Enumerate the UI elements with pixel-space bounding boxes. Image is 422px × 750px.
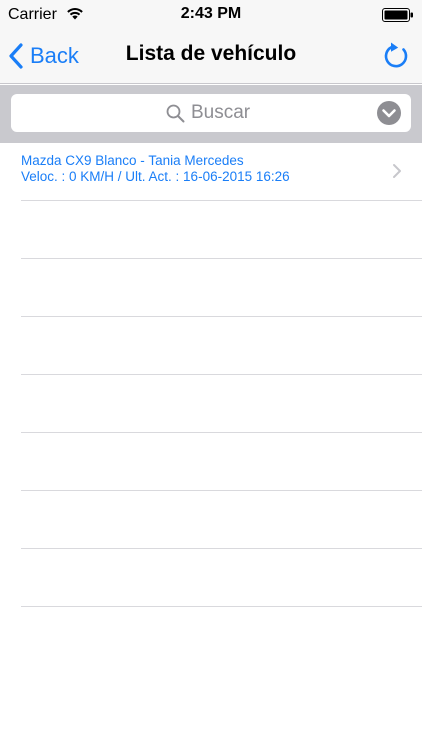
empty-list-row [21, 317, 422, 375]
chevron-left-icon [9, 43, 23, 69]
vehicle-detail: Veloc. : 0 KM/H / Ult. Act. : 16-06-2015… [21, 169, 290, 184]
search-icon [166, 104, 185, 123]
status-bar: Carrier 2:43 PM [0, 0, 422, 30]
search-bar [0, 85, 422, 143]
vehicle-list: Mazda CX9 Blanco - Tania Mercedes Veloc.… [0, 143, 422, 607]
chevron-down-circle-icon[interactable] [377, 101, 401, 125]
chevron-right-icon [393, 164, 401, 178]
page-title: Lista de vehículo [125, 42, 297, 65]
empty-list-row [21, 375, 422, 433]
navigation-bar: Back Lista de vehículo [0, 30, 422, 84]
battery-icon [382, 8, 413, 22]
screen: Carrier 2:43 PM Back Lista de vehículo B… [0, 0, 422, 750]
empty-list-row [21, 259, 422, 317]
search-field[interactable] [11, 94, 411, 132]
back-button[interactable]: Back [8, 39, 79, 73]
refresh-icon[interactable] [380, 40, 412, 72]
status-time: 2:43 PM [180, 5, 242, 22]
empty-list-row [21, 201, 422, 259]
vehicle-row[interactable]: Mazda CX9 Blanco - Tania Mercedes Veloc.… [21, 143, 422, 201]
empty-list-row [21, 549, 422, 607]
empty-list-row [21, 433, 422, 491]
vehicle-name: Mazda CX9 Blanco - Tania Mercedes [21, 153, 244, 168]
search-input[interactable] [191, 101, 371, 125]
empty-list-row [21, 491, 422, 549]
back-label: Back [30, 43, 79, 68]
